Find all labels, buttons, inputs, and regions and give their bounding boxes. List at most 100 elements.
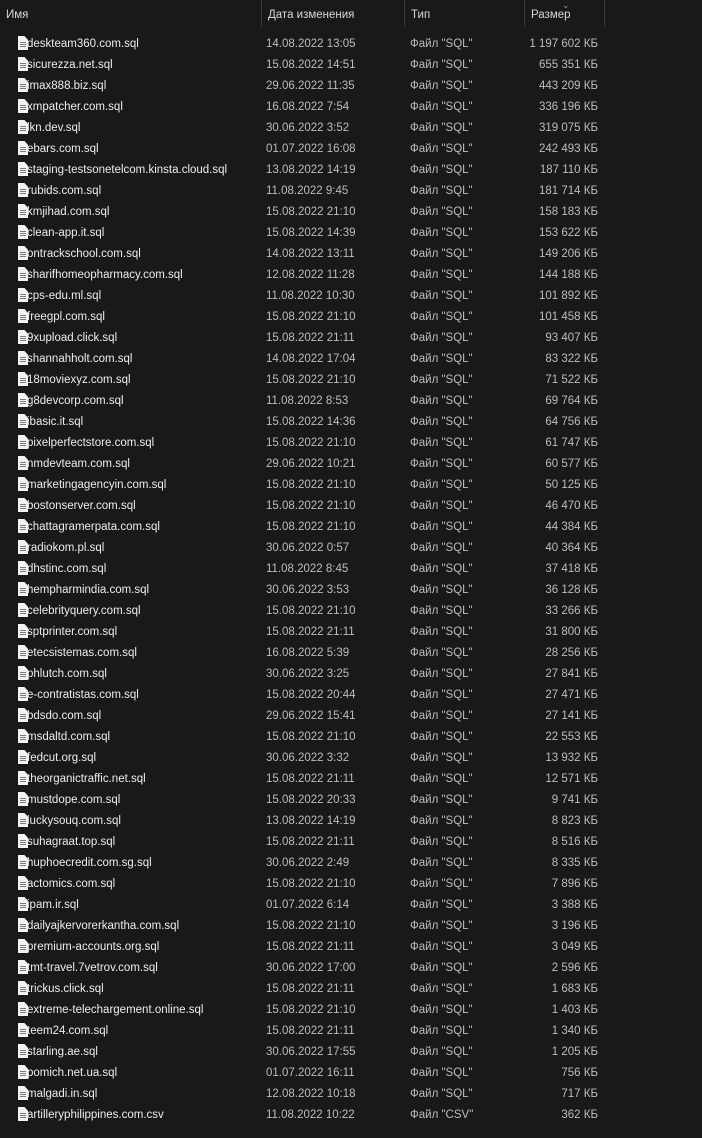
- file-row[interactable]: artilleryphilippines.com.csv 11.08.2022 1…: [0, 1105, 702, 1126]
- file-row[interactable]: phlutch.com.sql 30.06.2022 3:25 Файл "SQL"…: [0, 664, 702, 685]
- file-row[interactable]: nmdevteam.com.sql 29.06.2022 10:21 Файл "S…: [0, 454, 702, 475]
- file-modified-date: 16.08.2022 5:39: [266, 647, 350, 659]
- file-row[interactable]: hempharmindia.com.sql 30.06.2022 3:53 Файл…: [0, 580, 702, 601]
- file-row[interactable]: 9xupload.click.sql 15.08.2022 21:11 Файл "…: [0, 328, 702, 349]
- file-modified-date: 30.06.2022 17:00: [266, 962, 356, 974]
- document-icon-line: [20, 590, 26, 591]
- file-name: chattagramerpata.com.sql: [27, 521, 160, 533]
- file-modified-date: 15.08.2022 21:10: [266, 920, 356, 932]
- file-row[interactable]: radiokom.pl.sql 30.06.2022 0:57 Файл "SQL"…: [0, 538, 702, 559]
- file-row[interactable]: kmjihad.com.sql 15.08.2022 21:10 Файл "SQL…: [0, 202, 702, 223]
- file-row[interactable]: teem24.com.sql 15.08.2022 21:11 Файл "SQL"…: [0, 1021, 702, 1042]
- document-icon-line: [20, 464, 26, 465]
- file-row[interactable]: ipam.ir.sql 01.07.2022 6:14 Файл "SQL" 3 38…: [0, 895, 702, 916]
- file-row[interactable]: e-contratistas.com.sql 15.08.2022 20:44 Фа…: [0, 685, 702, 706]
- file-type: Файл "SQL": [410, 269, 473, 281]
- file-row[interactable]: ontrackschool.com.sql 14.08.2022 13:11 Фай…: [0, 244, 702, 265]
- file-row[interactable]: staging-testsonetelcom.kinsta.cloud.sql 1…: [0, 160, 702, 181]
- file-icon: [8, 454, 28, 475]
- column-header-type[interactable]: Тип: [405, 0, 524, 30]
- file-row[interactable]: malgadi.in.sql 12.08.2022 10:18 Файл "SQL"…: [0, 1084, 702, 1105]
- file-type: Файл "SQL": [410, 458, 473, 470]
- column-header-name[interactable]: Имя: [0, 0, 262, 30]
- file-row[interactable]: ebars.com.sql 01.07.2022 16:08 Файл "SQL" 2…: [0, 139, 702, 160]
- document-icon-line: [20, 84, 26, 85]
- file-row[interactable]: sicurezza.net.sql 15.08.2022 14:51 Файл "S…: [0, 55, 702, 76]
- file-type: Файл "SQL": [410, 962, 473, 974]
- file-name: nmdevteam.com.sql: [27, 458, 130, 470]
- file-row[interactable]: tmt-travel.7vetrov.com.sql 30.06.2022 17:…: [0, 958, 702, 979]
- file-row[interactable]: clean-app.it.sql 15.08.2022 14:39 Файл "SQ…: [0, 223, 702, 244]
- file-icon: [8, 286, 28, 307]
- document-icon-line: [20, 571, 26, 572]
- file-row[interactable]: dailyajkervorerkantha.com.sql 15.08.2022 …: [0, 916, 702, 937]
- file-row[interactable]: actomics.com.sql 15.08.2022 21:10 Файл "SQ…: [0, 874, 702, 895]
- file-row[interactable]: pixelperfectstore.com.sql 15.08.2022 21:1…: [0, 433, 702, 454]
- file-size: 1 205 КБ: [551, 1046, 598, 1058]
- document-icon-line: [20, 823, 26, 824]
- file-row[interactable]: starling.ae.sql 30.06.2022 17:55 Файл "SQL…: [0, 1042, 702, 1063]
- file-row[interactable]: pomich.net.ua.sql 01.07.2022 16:11 Файл "S…: [0, 1063, 702, 1084]
- file-row[interactable]: 18moviexyz.com.sql 15.08.2022 21:10 Файл "…: [0, 370, 702, 391]
- file-icon: [8, 517, 28, 538]
- file-row[interactable]: extreme-telechargement.online.sql 15.08.2…: [0, 1000, 702, 1021]
- file-row[interactable]: imax888.biz.sql 29.06.2022 11:35 Файл "SQL…: [0, 76, 702, 97]
- file-row[interactable]: celebrityquery.com.sql 15.08.2022 21:10 Фа…: [0, 601, 702, 622]
- file-row[interactable]: premium-accounts.org.sql 15.08.2022 21:11…: [0, 937, 702, 958]
- file-modified-date: 15.08.2022 14:51: [266, 59, 356, 71]
- file-row[interactable]: fedcut.org.sql 30.06.2022 3:32 Файл "SQL" 1…: [0, 748, 702, 769]
- file-size: 37 418 КБ: [545, 563, 598, 575]
- column-divider[interactable]: [604, 0, 605, 27]
- file-row[interactable]: deskteam360.com.sql 14.08.2022 13:05 Файл …: [0, 34, 702, 55]
- file-name: actomics.com.sql: [27, 878, 116, 890]
- file-row[interactable]: sharifhomeopharmacy.com.sql 12.08.2022 11…: [0, 265, 702, 286]
- file-row[interactable]: chattagramerpata.com.sql 15.08.2022 21:10…: [0, 517, 702, 538]
- file-icon: [8, 1000, 28, 1021]
- document-icon-line: [20, 966, 26, 967]
- file-row[interactable]: ibasic.it.sql 15.08.2022 14:36 Файл "SQL" 6…: [0, 412, 702, 433]
- document-icon-line: [20, 403, 26, 404]
- column-header-size[interactable]: ⌄ Размер: [525, 0, 604, 30]
- file-name: clean-app.it.sql: [27, 227, 105, 239]
- file-type: Файл "SQL": [410, 752, 473, 764]
- document-icon-line: [20, 65, 26, 66]
- file-modified-date: 15.08.2022 14:36: [266, 416, 356, 428]
- file-row[interactable]: freegpl.com.sql 15.08.2022 21:10 Файл "SQL…: [0, 307, 702, 328]
- file-row[interactable]: huphoecredit.com.sg.sql 30.06.2022 2:49 Фа…: [0, 853, 702, 874]
- file-row[interactable]: shannahholt.com.sql 14.08.2022 17:04 Файл …: [0, 349, 702, 370]
- file-size: 144 188 КБ: [538, 269, 598, 281]
- document-icon-line: [20, 273, 26, 274]
- file-row[interactable]: mustdope.com.sql 15.08.2022 20:33 Файл "SQ…: [0, 790, 702, 811]
- file-row[interactable]: cps-edu.ml.sql 11.08.2022 10:30 Файл "SQL"…: [0, 286, 702, 307]
- file-row[interactable]: rubids.com.sql 11.08.2022 9:45 Файл "SQL" 1…: [0, 181, 702, 202]
- document-icon-line: [20, 1115, 26, 1116]
- file-row[interactable]: etecsistemas.com.sql 16.08.2022 5:39 Файл …: [0, 643, 702, 664]
- document-icon-line: [20, 63, 26, 64]
- file-row[interactable]: dhstinc.com.sql 11.08.2022 8:45 Файл "SQL"…: [0, 559, 702, 580]
- column-header-date[interactable]: Дата изменения: [262, 0, 404, 30]
- file-row[interactable]: msdaltd.com.sql 15.08.2022 21:10 Файл "SQL…: [0, 727, 702, 748]
- file-name: starling.ae.sql: [27, 1046, 98, 1058]
- file-icon: [8, 559, 28, 580]
- file-row[interactable]: xmpatcher.com.sql 16.08.2022 7:54 Файл "SQ…: [0, 97, 702, 118]
- file-row[interactable]: luckysouq.com.sql 13.08.2022 14:19 Файл "S…: [0, 811, 702, 832]
- file-row[interactable]: g8devcorp.com.sql 11.08.2022 8:53 Файл "SQ…: [0, 391, 702, 412]
- file-name: bostonserver.com.sql: [27, 500, 136, 512]
- file-row[interactable]: trickus.click.sql 15.08.2022 21:11 Файл "S…: [0, 979, 702, 1000]
- file-row[interactable]: lkn.dev.sql 30.06.2022 3:52 Файл "SQL" 319 …: [0, 118, 702, 139]
- file-type: Файл "SQL": [410, 773, 473, 785]
- document-icon-line: [20, 1029, 26, 1030]
- document-icon-line: [20, 508, 26, 509]
- file-modified-date: 30.06.2022 17:55: [266, 1046, 356, 1058]
- file-row[interactable]: suhagraat.top.sql 15.08.2022 21:11 Файл "S…: [0, 832, 702, 853]
- document-icon-line: [20, 609, 26, 610]
- file-row[interactable]: bdsdo.com.sql 29.06.2022 15:41 Файл "SQL" 2…: [0, 706, 702, 727]
- document-icon-line: [20, 67, 26, 68]
- file-row[interactable]: marketingagencyin.com.sql 15.08.2022 21:1…: [0, 475, 702, 496]
- file-modified-date: 01.07.2022 16:11: [266, 1067, 355, 1079]
- file-icon: [8, 832, 28, 853]
- file-row[interactable]: theorganictraffic.net.sql 15.08.2022 21:1…: [0, 769, 702, 790]
- file-row[interactable]: sptprinter.com.sql 15.08.2022 21:11 Файл "…: [0, 622, 702, 643]
- document-icon-line: [20, 758, 26, 759]
- file-row[interactable]: bostonserver.com.sql 15.08.2022 21:10 Файл…: [0, 496, 702, 517]
